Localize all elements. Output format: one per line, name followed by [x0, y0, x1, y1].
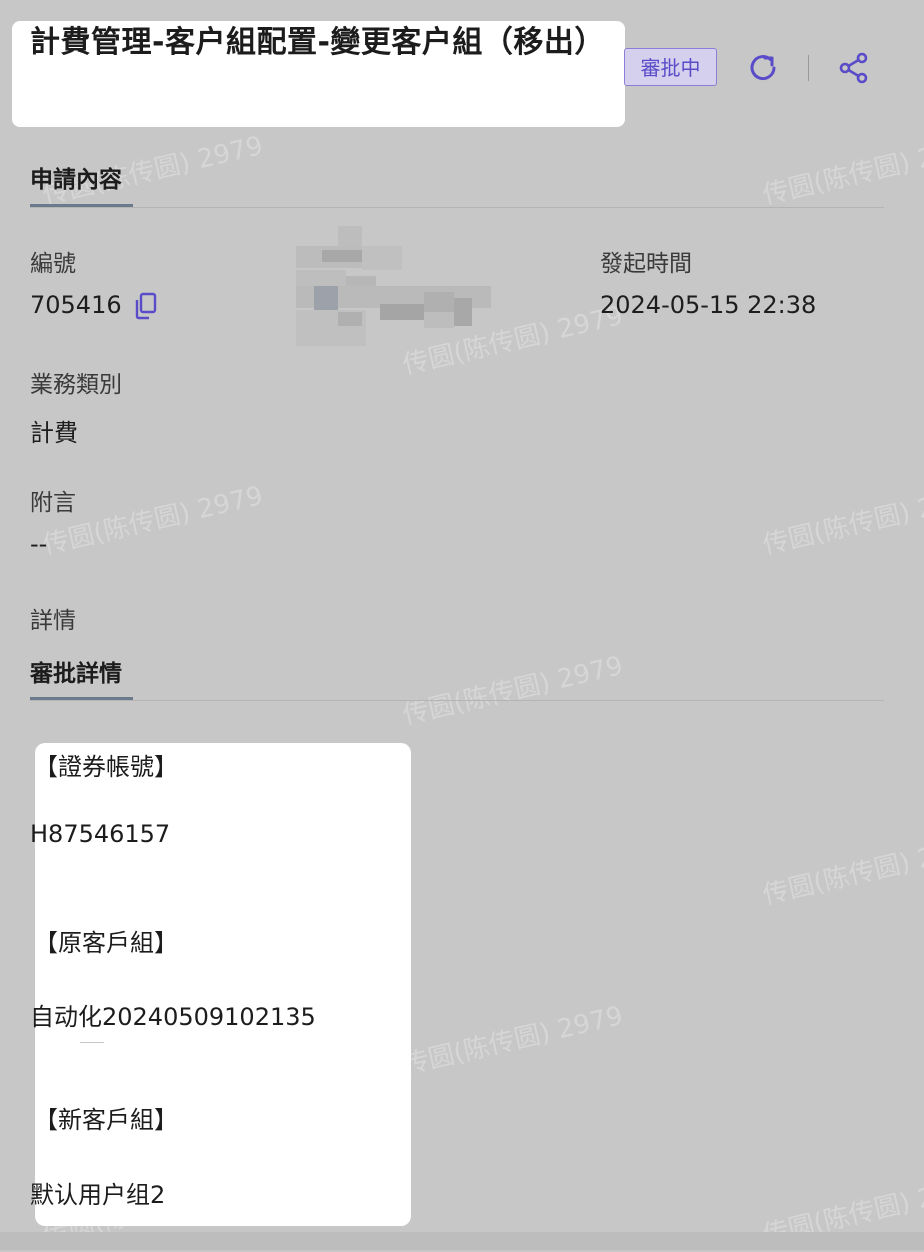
details-label: 詳情 [30, 608, 76, 634]
watermark: 传圆(陈传圆) 2979 [400, 651, 626, 731]
redacted-block [296, 226, 496, 346]
section-title-approval: 審批詳情 [30, 661, 122, 687]
watermark: 传圆(陈传圆) 2979 [760, 481, 924, 561]
remark-label: 附言 [30, 490, 76, 516]
time-value: 2024-05-15 22:38 [600, 291, 817, 319]
time-label: 發起時間 [600, 251, 692, 277]
divider [80, 1042, 104, 1043]
watermark: 传圆(陈传圆) 2979 [400, 1001, 626, 1081]
business-label: 業務類別 [30, 372, 122, 398]
section-title-application: 申請內容 [30, 167, 122, 193]
status-badge: 審批中 [624, 48, 717, 86]
account-heading: 【證券帳號】 [34, 753, 178, 781]
remark-value: -- [30, 530, 48, 558]
section-divider [30, 700, 884, 701]
id-label: 編號 [30, 251, 76, 277]
refresh-icon[interactable] [745, 50, 781, 86]
section-divider [30, 207, 884, 208]
bottom-bar [0, 1232, 924, 1250]
watermark: 传圆(陈传圆) 2979 [760, 831, 924, 911]
new-group-heading: 【新客戶組】 [34, 1106, 178, 1134]
page-title: 計費管理-客户組配置-變更客户組（移出） [30, 25, 605, 60]
copy-icon[interactable] [134, 292, 158, 320]
old-group-heading: 【原客戶組】 [34, 929, 178, 957]
id-value: 705416 [30, 291, 122, 319]
old-group-value: 自动化20240509102135 [30, 1003, 316, 1031]
header-divider [808, 55, 809, 81]
account-value: H87546157 [30, 820, 171, 848]
business-value: 計費 [30, 419, 78, 447]
approval-detail-card [35, 743, 411, 1226]
new-group-value: 默认用户组2 [30, 1181, 166, 1209]
share-icon[interactable] [836, 50, 872, 86]
watermark: 传圆(陈传圆) 2979 [760, 131, 924, 211]
